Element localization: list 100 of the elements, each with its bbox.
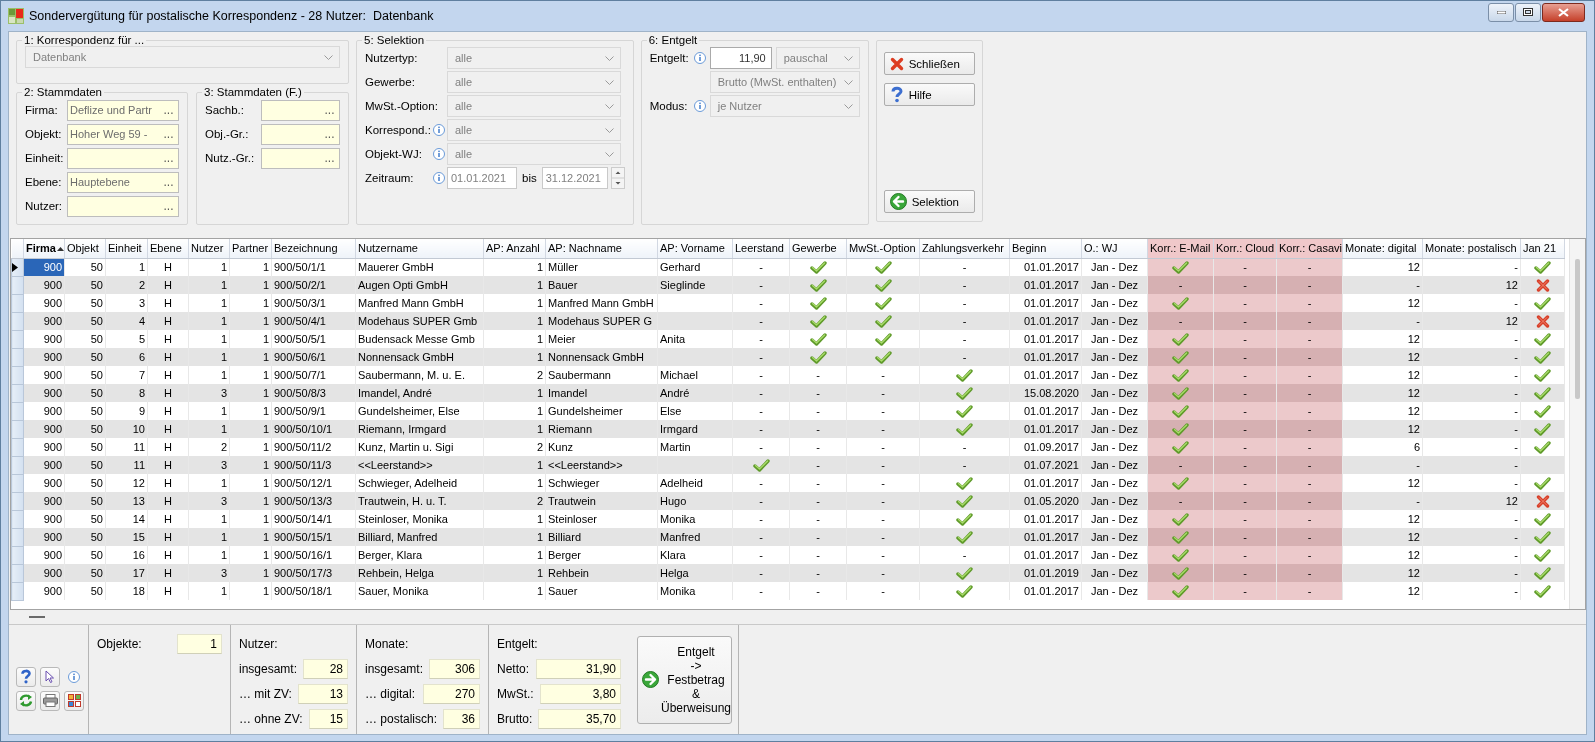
table-cell: 3 [188, 456, 230, 474]
splitter-handle[interactable] [29, 616, 45, 618]
print-button[interactable] [40, 690, 60, 711]
action-button[interactable]: Entgelt -> Festbetrag & Überweisung [637, 635, 732, 724]
table-cell: Irmgard [657, 420, 733, 438]
table-cell: 900/50/13/3 [271, 492, 356, 510]
table-cell: Jan - Dez [1081, 528, 1148, 546]
column-header[interactable]: Korr.: E-Mail [1147, 239, 1214, 258]
table-cell: - [1213, 456, 1277, 474]
restore-icon [1523, 8, 1533, 16]
table-cell: 1 [483, 564, 546, 582]
summary-label: … digital: [365, 686, 416, 701]
table-cell: 50 [64, 348, 106, 366]
table-cell: 1 [229, 582, 272, 600]
section-title: Entgelt: [497, 636, 539, 653]
value-field: 15 [308, 708, 348, 729]
table-cell: H [147, 312, 189, 330]
field-label: Objekt: [25, 128, 63, 140]
table-cell: - [1276, 276, 1343, 294]
section-title: Nutzer: [239, 636, 279, 653]
summary-label: MwSt.: [497, 686, 534, 701]
close-button[interactable] [1542, 2, 1585, 22]
table-cell: - [732, 420, 790, 438]
date-field[interactable]: 01.01.2021 [447, 167, 517, 189]
column-header[interactable]: O.: WJ [1081, 239, 1148, 258]
column-header[interactable]: Einheit [105, 239, 148, 258]
table-cell: 1 [229, 384, 272, 402]
column-header[interactable]: Zahlungsverkehr [919, 239, 1010, 258]
column-header[interactable]: Nutzer [188, 239, 230, 258]
table-cell: - [1276, 294, 1343, 312]
table-cell: - [1213, 582, 1277, 600]
column-header[interactable]: AP: Vorname [657, 239, 733, 258]
column-header[interactable]: Jan 21 [1520, 239, 1565, 258]
field-label: Nutzer: [25, 200, 64, 212]
column-header[interactable]: Beginn [1009, 239, 1082, 258]
table-cell: - [1276, 492, 1343, 510]
summary-label: insgesamt: [365, 661, 424, 676]
column-header[interactable]: Bezeichnung [271, 239, 356, 258]
window-title: Sondervergütung für postalische Korrespondenz - 28 Nutzer: Datenbank [29, 9, 434, 23]
help-button[interactable] [16, 666, 36, 687]
table-cell: - [1213, 294, 1277, 312]
table-cell: Nonnensack GmbH [355, 348, 484, 366]
table-cell: 01.01.2017 [1009, 348, 1082, 366]
table-cell: - [1276, 420, 1343, 438]
column-header[interactable]: Objekt [64, 239, 106, 258]
table-cell: Imandel, André [355, 384, 484, 402]
table-cell: Manfred [657, 528, 733, 546]
refresh-button[interactable] [16, 690, 36, 711]
field-label: Sachb.: [205, 104, 245, 116]
table-cell: - [1213, 528, 1277, 546]
range-label: bis [522, 172, 537, 184]
column-header[interactable]: Monate: digital [1342, 239, 1423, 258]
group-title: 6: Entgelt [647, 34, 699, 46]
table-cell: 15 [105, 528, 148, 546]
table-cell: - [919, 312, 1010, 330]
date-field[interactable]: 31.12.2021 [541, 167, 608, 189]
column-header[interactable]: Nutzername [355, 239, 484, 258]
table-cell: - [1422, 420, 1521, 438]
table-cell: Jan - Dez [1081, 492, 1148, 510]
table-cell: - [1422, 564, 1521, 582]
table-cell: Billiard [545, 528, 658, 546]
field-label: MwSt.-Option: [365, 100, 439, 112]
group-title: 5: Selektion [363, 34, 426, 46]
table-cell: - [1213, 366, 1277, 384]
table-cell: 1 [229, 528, 272, 546]
table-cell: Sieglinde [657, 276, 733, 294]
help-button[interactable]: Hilfe [883, 83, 975, 106]
table-cell: - [846, 492, 920, 510]
table-cell: 2 [105, 276, 148, 294]
column-header[interactable]: AP: Anzahl [483, 239, 546, 258]
table-cell: 01.01.2017 [1009, 276, 1082, 294]
column-header[interactable]: Monate: postalisch [1422, 239, 1521, 258]
column-header[interactable]: Ebene [147, 239, 189, 258]
column-header[interactable]: Leerstand [732, 239, 790, 258]
table-cell: Riemann, Irmgard [355, 420, 484, 438]
maximize-button[interactable] [1515, 2, 1541, 22]
column-header[interactable]: Partner [229, 239, 272, 258]
scrollbar-thumb[interactable] [1575, 259, 1580, 399]
table-cell: 12 [1342, 564, 1423, 582]
column-header[interactable]: Korr.: Cloud [1213, 239, 1277, 258]
column-header[interactable]: MwSt.-Option [846, 239, 920, 258]
table-cell: Jan - Dez [1081, 348, 1148, 366]
table-cell: - [732, 492, 790, 510]
table-cell: H [147, 420, 189, 438]
summary-label: Objekte: [97, 637, 142, 651]
column-header[interactable]: AP: Nachname [545, 239, 658, 258]
table-cell: 50 [64, 582, 106, 600]
table-cell: 900 [23, 564, 65, 582]
column-header[interactable]: Korr.: Casavi [1276, 239, 1343, 258]
table-cell: Helga [657, 564, 733, 582]
back-button[interactable]: Selektion [883, 190, 975, 213]
layout-button[interactable] [64, 690, 84, 711]
close-button[interactable]: Schließen [883, 52, 975, 75]
column-header[interactable]: Firma [23, 239, 65, 258]
amount-field[interactable]: 11,90 [709, 47, 772, 69]
field-label: Korrespond.: [365, 124, 432, 136]
pointer-button[interactable] [40, 666, 60, 687]
table-cell: - [1213, 384, 1277, 402]
group-title: 1: Korrespondenz für ... [23, 34, 146, 46]
column-header[interactable]: Gewerbe [789, 239, 847, 258]
